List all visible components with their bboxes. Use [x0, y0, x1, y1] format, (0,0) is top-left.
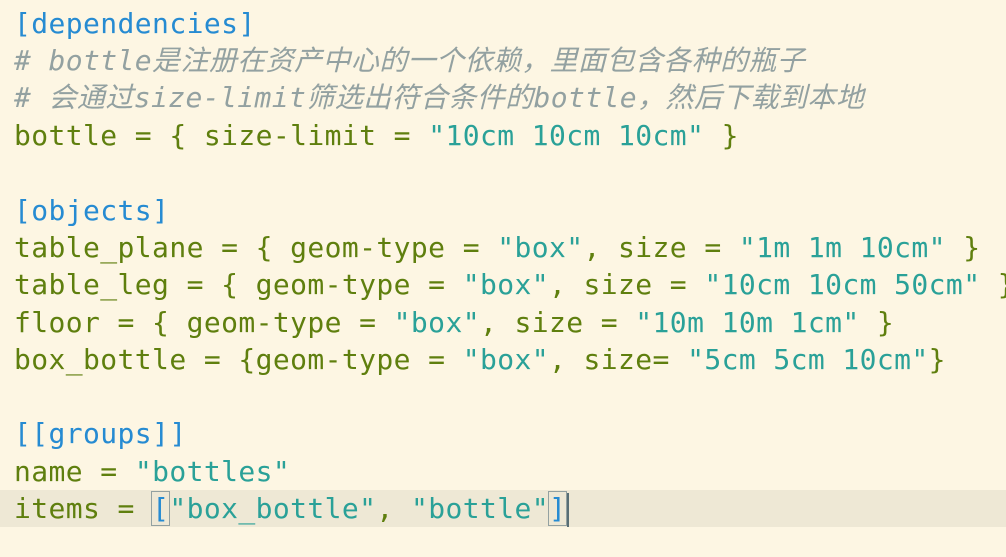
matched-bracket: ]: [547, 491, 568, 526]
code-token: , size =: [549, 268, 705, 301]
code-token: }: [704, 119, 739, 152]
string-literal: "box": [393, 306, 480, 339]
string-literal: "5cm 5cm 10cm": [687, 343, 929, 376]
code-token: }: [980, 268, 1006, 301]
section-header: [dependencies]: [14, 7, 256, 40]
code-token: , size=: [549, 343, 688, 376]
string-literal: "bottles": [134, 455, 291, 488]
code-token: table_leg = { geom-type =: [14, 268, 463, 301]
string-literal: "10cm 10cm 50cm": [704, 268, 981, 301]
code-token: name =: [14, 455, 135, 488]
code-token: table_plane = { geom-type =: [14, 231, 498, 264]
string-literal: "box": [462, 343, 549, 376]
code-line[interactable]: [[groups]]: [0, 415, 1006, 452]
code-editor[interactable]: [dependencies] # bottle是注册在资产中心的一个依赖，里面包含…: [0, 0, 1006, 557]
code-token: , size =: [479, 306, 636, 339]
code-token: }: [859, 306, 895, 339]
code-line[interactable]: bottle = { size-limit = "10cm 10cm 10cm"…: [0, 117, 1006, 154]
string-literal: "bottle": [410, 492, 549, 525]
code-line[interactable]: name = "bottles": [0, 453, 1006, 490]
section-header: [[groups]]: [14, 417, 187, 450]
code-line[interactable]: floor = { geom-type = "box", size = "10m…: [0, 304, 1006, 341]
code-line[interactable]: [dependencies]: [0, 5, 1006, 42]
code-line[interactable]: table_leg = { geom-type = "box", size = …: [0, 266, 1006, 303]
code-token: ,: [376, 492, 411, 525]
code-line[interactable]: [objects]: [0, 192, 1006, 229]
section-header: [objects]: [14, 194, 170, 227]
string-literal: "10cm 10cm 10cm": [428, 119, 705, 152]
comment-text: # bottle是注册在资产中心的一个依赖，里面包含各种的瓶子: [14, 44, 806, 77]
code-line[interactable]: table_plane = { geom-type = "box", size …: [0, 229, 1006, 266]
code-line[interactable]: box_bottle = {geom-type = "box", size= "…: [0, 341, 1006, 378]
comment-text: # 会通过size-limit筛选出符合条件的bottle，然后下载到本地: [14, 81, 865, 114]
code-token: box_bottle = {geom-type =: [14, 343, 463, 376]
string-literal: "box": [462, 268, 549, 301]
code-token: , size =: [583, 231, 739, 264]
code-line[interactable]: [0, 154, 1006, 191]
string-literal: "10m 10m 1cm": [635, 306, 860, 339]
code-token: }: [945, 231, 981, 264]
text-cursor: [567, 493, 570, 527]
code-token: bottle = { size-limit =: [14, 119, 429, 152]
code-token: }: [928, 343, 946, 376]
code-line[interactable]: [0, 378, 1006, 415]
matched-bracket: [: [151, 491, 171, 526]
code-line[interactable]: # 会通过size-limit筛选出符合条件的bottle，然后下载到本地: [0, 79, 1006, 116]
string-literal: "1m 1m 10cm": [738, 231, 946, 264]
string-literal: "box": [497, 231, 584, 264]
code-token: items =: [14, 492, 153, 525]
string-literal: "box_bottle": [169, 492, 377, 525]
current-code-line[interactable]: items = ["box_bottle", "bottle"]: [0, 490, 1006, 527]
code-token: floor = { geom-type =: [14, 306, 394, 339]
code-line[interactable]: # bottle是注册在资产中心的一个依赖，里面包含各种的瓶子: [0, 42, 1006, 79]
